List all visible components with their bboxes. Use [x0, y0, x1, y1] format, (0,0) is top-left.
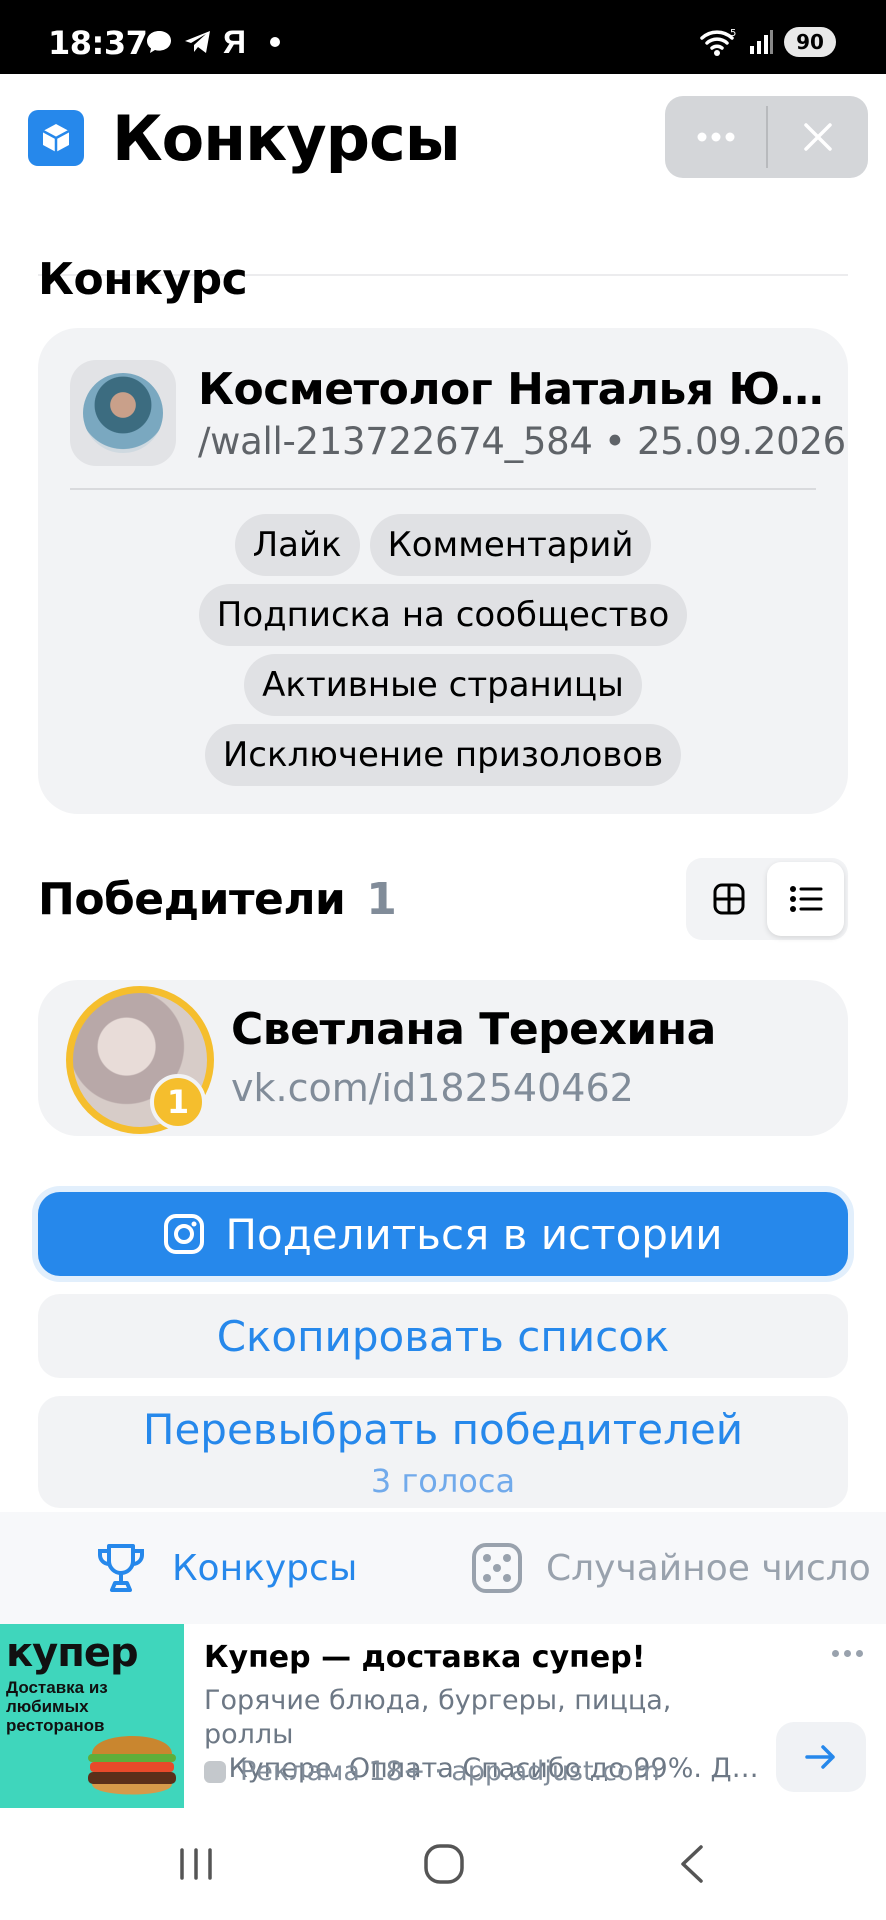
winner-place-badge: 1	[150, 1074, 206, 1130]
app-logo-icon	[28, 110, 84, 166]
list-icon	[789, 886, 822, 912]
reselect-votes: 3 голоса	[370, 1461, 516, 1500]
back-button[interactable]	[662, 1838, 722, 1890]
system-navigation-bar	[0, 1808, 886, 1920]
ad-brand-logo: купер	[6, 1630, 139, 1676]
condition-chip-like: Лайк	[234, 514, 360, 576]
ad-description-line1: Горячие блюда, бургеры, пицца, роллы	[204, 1685, 672, 1750]
winner-row[interactable]: 1 Светлана Терехина vk.com/id182540462	[38, 980, 848, 1136]
ellipsis-dot	[844, 1650, 851, 1657]
ad-meta-text: Реклама 18+ · app.adjust.com	[240, 1756, 660, 1787]
battery-indicator: 90	[784, 27, 836, 57]
more-button[interactable]	[665, 96, 766, 178]
winner-profile-link[interactable]: vk.com/id182540462	[231, 1066, 634, 1110]
avatar	[83, 373, 163, 453]
more-notifications-dot	[270, 37, 280, 47]
winners-section-title: Победители 1	[38, 874, 397, 925]
home-button[interactable]	[414, 1838, 474, 1890]
ad-open-button[interactable]	[776, 1722, 866, 1792]
winners-title-label: Победители	[38, 874, 346, 925]
condition-chip-active-pages: Активные страницы	[244, 654, 642, 716]
copy-list-button[interactable]: Скопировать список	[38, 1294, 848, 1378]
ellipsis-icon	[697, 132, 734, 142]
ellipsis-dot	[832, 1650, 839, 1657]
burger-image	[88, 1736, 176, 1795]
recents-button[interactable]	[166, 1838, 226, 1890]
tab-random-label: Случайное число	[546, 1547, 871, 1589]
contest-owner-name[interactable]: Косметолог Наталья Юрч...	[198, 364, 828, 415]
app-header: Конкурсы	[0, 74, 886, 276]
telegram-icon	[185, 31, 210, 53]
share-story-button[interactable]: Поделиться в истории	[38, 1192, 848, 1276]
yandex-icon: Я	[223, 24, 246, 60]
back-icon	[681, 1845, 703, 1883]
ad-label-icon	[204, 1760, 226, 1783]
system-icons: 5 90	[698, 26, 836, 58]
status-bar: 18:37 Я 5 90	[0, 0, 886, 74]
list-view-button[interactable]	[767, 862, 844, 936]
close-button[interactable]	[768, 96, 868, 178]
ad-meta: Реклама 18+ · app.adjust.com	[204, 1756, 660, 1787]
trophy-icon	[92, 1539, 150, 1597]
winner-name: Светлана Терехина	[231, 1004, 716, 1055]
page-title: Конкурсы	[112, 102, 461, 175]
ad-title: Купер — доставка супер!	[204, 1640, 646, 1675]
chat-bubble-icon	[147, 31, 171, 53]
condition-chip-comment: Комментарий	[369, 514, 652, 576]
contest-owner-avatar[interactable]	[70, 360, 176, 466]
svg-text:5: 5	[730, 28, 736, 39]
contest-conditions: Лайк Комментарий Подписка на сообщество …	[38, 514, 848, 786]
tab-random-number[interactable]: Случайное число	[470, 1512, 871, 1624]
contest-card: Косметолог Наталья Юрч... /wall-21372267…	[38, 328, 848, 814]
bottom-tab-bar: Конкурсы Случайное число	[0, 1512, 886, 1624]
grid-icon	[713, 883, 744, 915]
contest-post-meta[interactable]: /wall-213722674_584 • 25.09.2026	[198, 420, 846, 463]
view-mode-toggle	[686, 858, 848, 940]
grid-view-button[interactable]	[690, 862, 767, 936]
tab-contests[interactable]: Конкурсы	[92, 1512, 357, 1624]
close-icon	[804, 123, 832, 151]
reselect-label: Перевыбрать победителей	[142, 1404, 744, 1454]
dice-icon	[470, 1541, 524, 1595]
winners-count: 1	[366, 874, 397, 925]
signal-icon	[750, 30, 773, 54]
instagram-icon	[163, 1213, 205, 1255]
reselect-winners-button[interactable]: Перевыбрать победителей 3 голоса	[38, 1396, 848, 1508]
share-story-label: Поделиться в истории	[225, 1209, 723, 1259]
tab-contests-label: Конкурсы	[172, 1547, 358, 1589]
home-icon	[424, 1844, 464, 1884]
arrow-right-icon	[805, 1745, 835, 1769]
card-divider	[70, 488, 816, 490]
ad-image[interactable]: купер Доставка из любимых ресторанов	[0, 1624, 184, 1808]
mini-app-controls	[665, 96, 868, 178]
clock: 18:37	[48, 24, 148, 62]
notification-icons: Я	[145, 26, 280, 58]
ellipsis-dot	[856, 1650, 863, 1657]
ad-banner[interactable]: купер Доставка из любимых ресторанов Куп…	[0, 1624, 886, 1808]
wifi-icon: 5	[700, 28, 736, 56]
recents-icon	[180, 1848, 212, 1880]
ad-more-button[interactable]	[832, 1650, 863, 1657]
contest-section-title: Конкурс	[38, 254, 248, 305]
condition-chip-subscription: Подписка на сообщество	[198, 584, 688, 646]
condition-chip-exclude-prize-hunters: Исключение призоловов	[204, 724, 682, 786]
